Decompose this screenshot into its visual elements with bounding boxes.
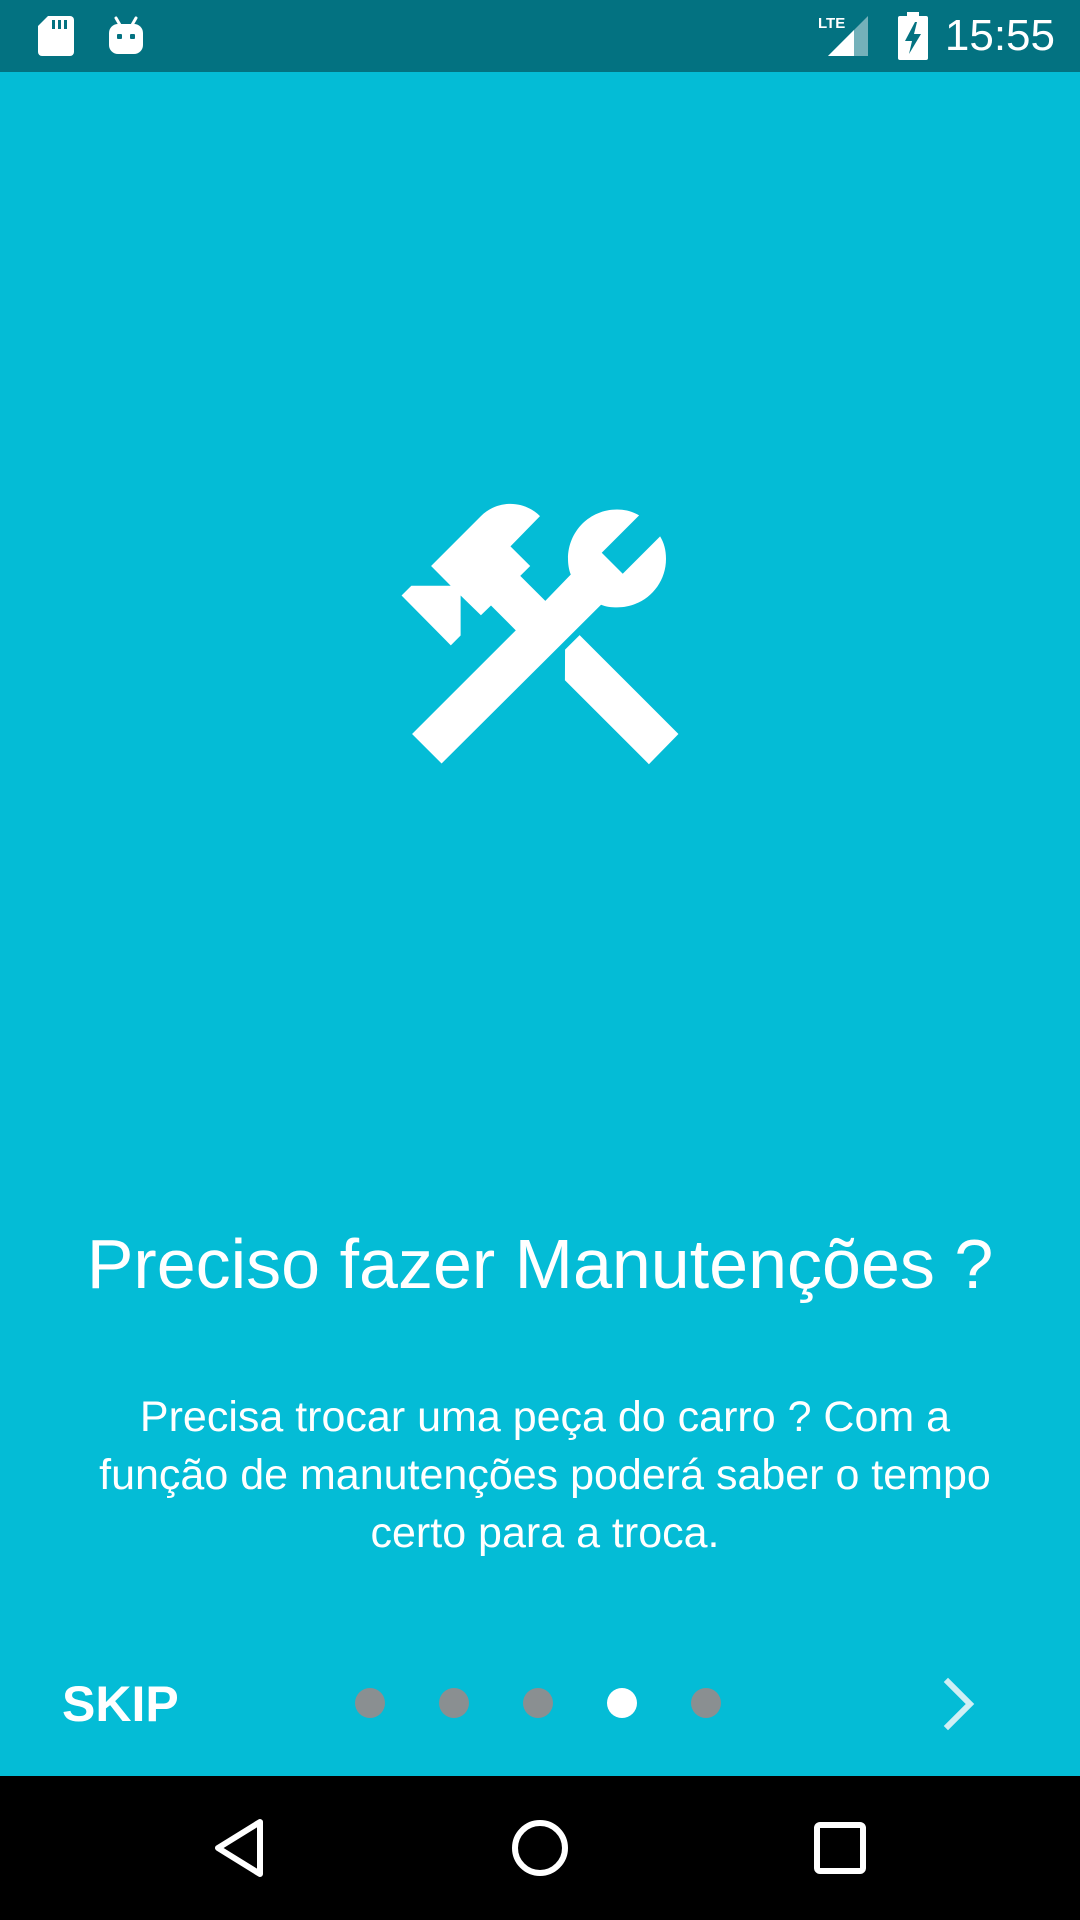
page-indicator [355, 1688, 775, 1720]
network-type-label: LTE [818, 15, 845, 32]
back-icon[interactable] [204, 1812, 276, 1884]
status-bar: LTE 15:55 [0, 0, 1080, 72]
system-navigation-bar [0, 1776, 1080, 1920]
chevron-right-icon[interactable] [938, 1676, 982, 1732]
page-dot-4-active[interactable] [607, 1688, 637, 1718]
tools-hammer-wrench-icon [401, 503, 679, 765]
slide-title: Preciso fazer Manutenções ? [86, 1225, 994, 1303]
page-dot-2[interactable] [439, 1688, 469, 1718]
lte-signal-icon: LTE [818, 15, 868, 56]
sd-card-icon [38, 16, 74, 56]
page-dot-1[interactable] [355, 1688, 385, 1718]
home-icon[interactable] [504, 1812, 576, 1884]
page-dot-5[interactable] [691, 1688, 721, 1718]
battery-charging-icon [898, 12, 928, 60]
slide-description: Precisa trocar uma peça do carro ? Com a… [99, 1393, 991, 1557]
page-dot-3[interactable] [523, 1688, 553, 1718]
recents-icon[interactable] [804, 1812, 876, 1884]
onboarding-screen: LTE 15:55 Preciso fazer Manutenções ? Pr… [0, 0, 1080, 1920]
skip-button[interactable]: SKIP [62, 1672, 179, 1736]
android-debug-icon [109, 16, 143, 54]
status-time: 15:55 [944, 11, 1055, 60]
